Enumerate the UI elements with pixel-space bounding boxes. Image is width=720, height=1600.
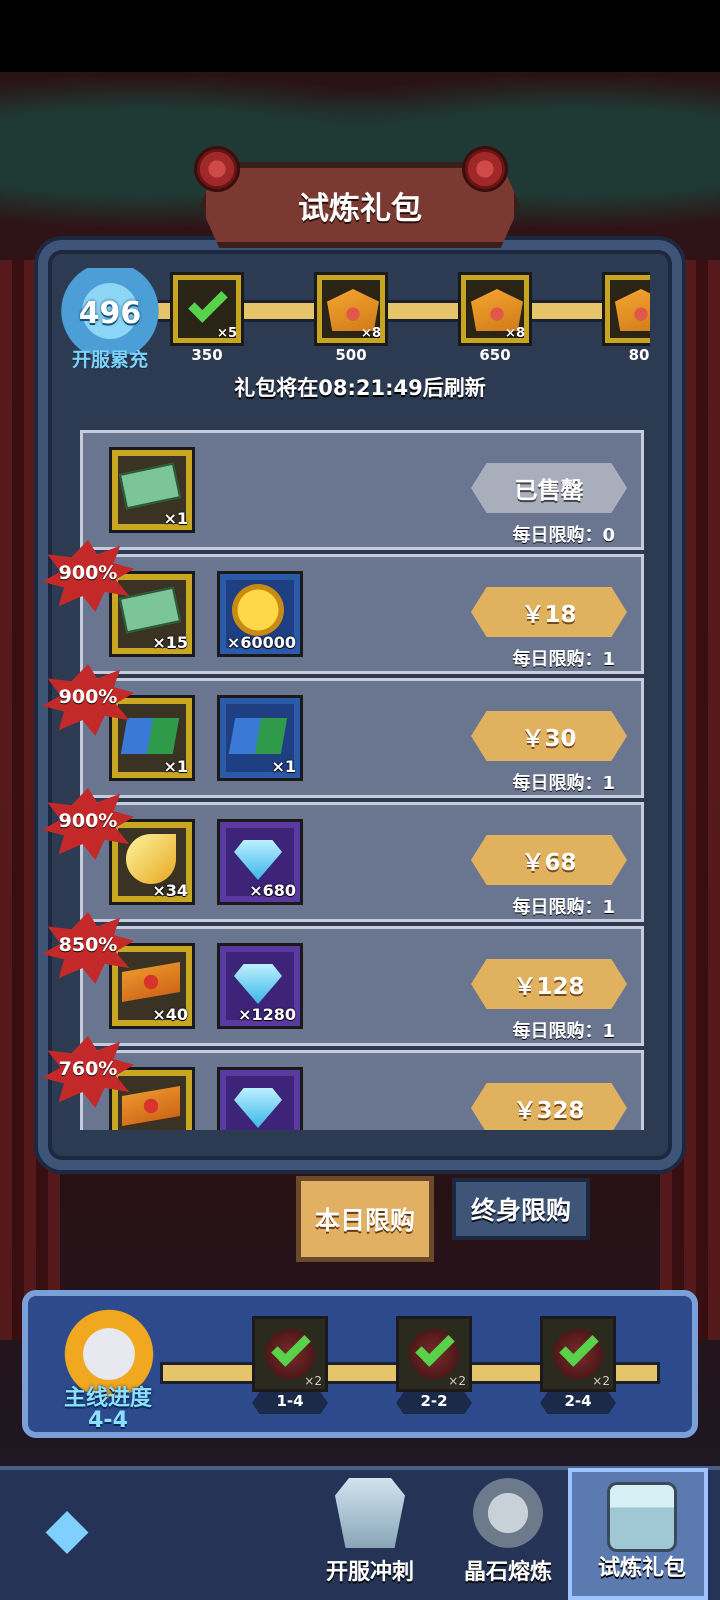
stage-label: 1-4 [252, 1392, 328, 1414]
nav-item-trial-pack[interactable]: 试炼礼包 [568, 1468, 708, 1600]
pack-row: ￥328 [80, 1050, 644, 1130]
stage-label: 2-4 [540, 1392, 616, 1414]
pack-list[interactable]: ×1 已售罄 每日限购：0 ×15 ×60000 ￥18 每日限购：1 ×1 ×… [80, 430, 644, 1130]
milestone-clip: 80 [602, 262, 650, 372]
gold-coin-icon [232, 584, 284, 636]
reward-item[interactable]: ×1280 [217, 943, 303, 1029]
tab-daily-limit[interactable]: 本日限购 [296, 1176, 434, 1262]
stage-reward[interactable]: ×2 [252, 1316, 328, 1392]
back-icon[interactable]: ◆ [22, 1488, 112, 1568]
pack-row: ×40 ×1280 ￥128 每日限购：1 [80, 926, 644, 1046]
milestone-threshold: 350 [191, 346, 223, 364]
cumulative-label: 开服累充 [71, 349, 148, 371]
reward-item[interactable]: ×680 [217, 819, 303, 905]
pack-row: ×1 已售罄 每日限购：0 [80, 430, 644, 550]
pack-row: ×15 ×60000 ￥18 每日限购：1 [80, 554, 644, 674]
milestone-reward[interactable]: ×8 [458, 272, 532, 346]
purchase-limit: 每日限购：1 [512, 1021, 615, 1042]
claw-icon [126, 834, 176, 884]
pack-row: ×1 ×1 ￥30 每日限购：1 [80, 678, 644, 798]
purchase-limit: 每日限购：0 [512, 525, 615, 546]
page-title: 试炼礼包 [298, 190, 422, 227]
reward-item[interactable]: ×1 [109, 447, 195, 533]
sold-out-button[interactable]: 已售罄 [471, 463, 627, 513]
milestone-threshold: 650 [479, 346, 511, 364]
reward-item[interactable]: ×60000 [217, 571, 303, 657]
purchase-limit: 每日限购：1 [512, 897, 615, 918]
refresh-timer: 礼包将在08:21:49后刷新 [234, 376, 486, 400]
milestone-reward[interactable]: ×5 [170, 272, 244, 346]
buy-button[interactable]: ￥68 [471, 835, 627, 885]
crystal-icon [473, 1478, 543, 1548]
buy-button[interactable]: ￥128 [471, 959, 627, 1009]
nav-item-server-sprint[interactable]: 开服冲刺 [300, 1468, 440, 1600]
buy-button[interactable]: ￥30 [471, 711, 627, 761]
reward-item[interactable]: ×1 [217, 695, 303, 781]
milestone-reward[interactable] [602, 272, 650, 346]
cumulative-value: 496 [78, 296, 142, 331]
main-progress-stage: 4-4 [88, 1408, 128, 1433]
stage-label: 2-2 [396, 1392, 472, 1414]
stage-reward[interactable]: ×2 [396, 1316, 472, 1392]
tab-lifetime-limit[interactable]: 终身限购 [452, 1178, 590, 1240]
armor-icon [335, 1478, 405, 1548]
milestone-reward[interactable]: ×8 [314, 272, 388, 346]
nav-item-crystal-smelt[interactable]: 晶石熔炼 [438, 1468, 578, 1600]
reward-item[interactable] [217, 1067, 303, 1130]
book-icon [120, 718, 180, 754]
book-icon [228, 718, 288, 754]
milestone-threshold: 500 [335, 346, 367, 364]
buy-button[interactable]: ￥18 [471, 587, 627, 637]
milestone-threshold: 80 [628, 346, 650, 364]
stage-reward[interactable]: ×2 [540, 1316, 616, 1392]
purchase-limit: 每日限购：1 [512, 773, 615, 794]
purchase-limit: 每日限购：1 [512, 649, 615, 670]
buy-button[interactable]: ￥328 [471, 1083, 627, 1130]
pack-row: ×34 ×680 ￥68 每日限购：1 [80, 802, 644, 922]
gift-box-icon [607, 1482, 677, 1552]
